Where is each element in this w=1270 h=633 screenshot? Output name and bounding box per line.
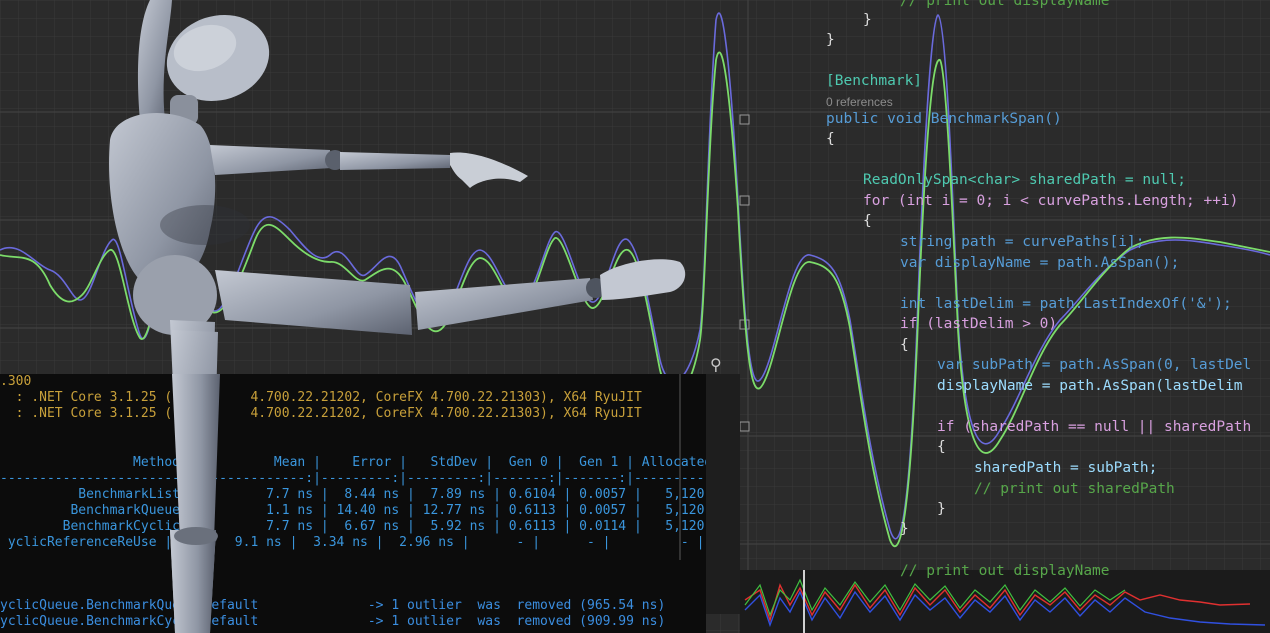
outlier-line: yclicQueue.BenchmarkQue Default -> 1 out… <box>0 598 666 613</box>
results-table-header: Method | Mean | Error | StdDev | Gen 0 |… <box>0 455 706 470</box>
results-table-separator: ----------------------- |--------------:… <box>0 471 706 486</box>
results-table-row: BenchmarkQueue | 1.1 ns | 14.40 ns | 12.… <box>0 503 706 518</box>
console-header-line: : .NET Core 3.1.25 ( 4.700.22.21202, Cor… <box>0 406 642 421</box>
outlier-line: yclicQueue.BenchmarkCyc Default -> 1 out… <box>0 614 666 629</box>
console-scroll-column[interactable] <box>706 374 740 614</box>
results-table-row: BenchmarkList | 7.7 ns | 8.44 ns | 7.89 … <box>0 487 706 502</box>
results-table-row: yclicReferenceReUse | 9.1 ns | 3.34 ns |… <box>0 535 705 550</box>
results-table-row: BenchmarkCyclic | 7.7 ns | 6.67 ns | 5.9… <box>0 519 706 534</box>
benchmark-console: .300 : .NET Core 3.1.25 ( 4.700.22.21202… <box>0 374 706 633</box>
console-header-line: .300 <box>0 374 32 389</box>
lightbulb-icon[interactable]: ⚲ <box>710 355 722 374</box>
console-header-line: : .NET Core 3.1.25 ( 4.700.22.21202, Cor… <box>0 390 642 405</box>
